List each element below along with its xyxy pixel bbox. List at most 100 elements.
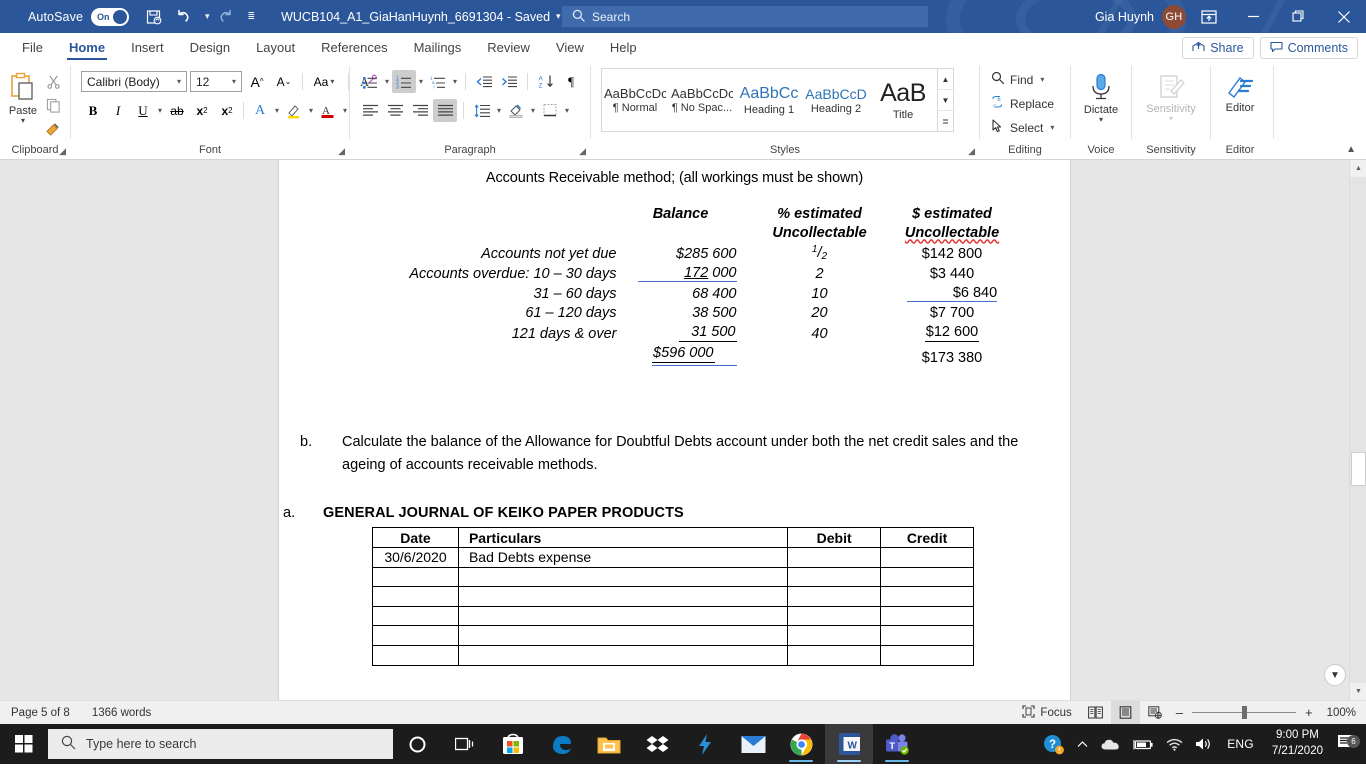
web-layout-icon[interactable]	[1140, 701, 1170, 725]
shading-icon[interactable]	[504, 99, 528, 122]
taskbar-search-box[interactable]: Type here to search	[48, 729, 393, 759]
chrome-icon[interactable]	[777, 724, 825, 764]
copy-icon[interactable]	[41, 94, 65, 117]
general-journal-table[interactable]: Date Particulars Debit Credit 30/6/2020 …	[372, 527, 974, 666]
font-size-combo[interactable]: 12 ▾	[190, 71, 242, 92]
wifi-icon[interactable]	[1160, 738, 1189, 751]
start-button[interactable]	[0, 724, 48, 764]
text-effects-dropdown-icon[interactable]: ▾	[273, 106, 281, 115]
style-heading-2[interactable]: AaBbCcD Heading 2	[803, 69, 870, 131]
battery-icon[interactable]	[1126, 738, 1160, 751]
align-left-icon[interactable]	[358, 99, 382, 122]
account-name[interactable]: Gia Huynh	[1095, 10, 1154, 24]
cell-date[interactable]	[372, 566, 459, 588]
format-painter-icon[interactable]	[41, 118, 65, 141]
cell-date[interactable]: 30/6/2020	[372, 546, 459, 568]
cell-particulars[interactable]	[457, 644, 789, 666]
strikethrough-icon[interactable]: ab	[165, 99, 189, 122]
style-title[interactable]: AaB Title	[870, 69, 937, 131]
autosave-toggle[interactable]: On	[91, 7, 130, 26]
decrease-indent-icon[interactable]	[472, 70, 496, 93]
align-right-icon[interactable]	[408, 99, 432, 122]
cell-date[interactable]	[372, 644, 459, 666]
undo-icon[interactable]	[170, 5, 196, 29]
sort-icon[interactable]: AZ	[534, 70, 558, 93]
font-color-dropdown-icon[interactable]: ▾	[341, 106, 349, 115]
save-icon[interactable]	[141, 5, 167, 29]
word-count[interactable]: 1366 words	[92, 707, 151, 719]
undo-dropdown-icon[interactable]: ▾	[205, 11, 210, 22]
bullets-dropdown-icon[interactable]: ▾	[383, 77, 391, 86]
sensitivity-button[interactable]: Sensitivity ▾	[1137, 69, 1205, 123]
editor-button[interactable]: Editor	[1216, 69, 1264, 114]
read-mode-icon[interactable]	[1080, 701, 1111, 725]
edge-icon[interactable]	[537, 724, 585, 764]
scroll-down-icon[interactable]: ▼	[1350, 683, 1366, 700]
tab-layout[interactable]: Layout	[244, 37, 307, 61]
scrollbar-track[interactable]	[1350, 177, 1366, 683]
borders-dropdown-icon[interactable]: ▾	[563, 106, 571, 115]
style-normal[interactable]: AaBbCcDc ¶ Normal	[602, 69, 669, 131]
word-icon[interactable]: W	[825, 724, 873, 764]
tab-file[interactable]: File	[10, 37, 55, 61]
cell-particulars[interactable]	[457, 625, 789, 646]
bullets-icon[interactable]	[358, 70, 382, 93]
cell-credit[interactable]	[880, 566, 974, 588]
teams-icon[interactable]: T	[873, 724, 921, 764]
borders-icon[interactable]	[538, 99, 562, 122]
numbering-icon[interactable]: 123	[392, 70, 417, 93]
paste-dropdown-icon[interactable]: ▾	[21, 117, 25, 125]
focus-button[interactable]: Focus	[1014, 701, 1079, 725]
collapse-ribbon-icon[interactable]: ▲	[1346, 144, 1356, 155]
zoom-out-button[interactable]: –	[1176, 705, 1183, 720]
taskbar-search-input[interactable]: Type here to search	[86, 737, 196, 751]
onedrive-icon[interactable]	[1095, 738, 1126, 751]
tab-review[interactable]: Review	[475, 37, 542, 61]
zoom-track[interactable]	[1191, 706, 1296, 719]
show-hidden-icons-icon[interactable]	[1070, 738, 1095, 751]
multilevel-list-icon[interactable]: 1ai	[426, 70, 450, 93]
superscript-icon[interactable]: x2	[215, 99, 239, 122]
font-dialog-launcher-icon[interactable]: ◢	[338, 146, 345, 157]
tab-references[interactable]: References	[309, 37, 399, 61]
change-case-icon[interactable]: Aa ▾	[309, 70, 341, 93]
cell-credit[interactable]	[880, 644, 974, 666]
document-page[interactable]: Accounts Receivable method; (all working…	[279, 160, 1070, 700]
clipboard-dialog-launcher-icon[interactable]: ◢	[59, 146, 66, 157]
styles-more-icon[interactable]: ≣	[938, 111, 953, 131]
justify-icon[interactable]	[433, 99, 457, 122]
cell-credit[interactable]	[880, 546, 974, 568]
replace-button[interactable]: bc Replace	[988, 92, 1057, 115]
file-explorer-icon[interactable]	[585, 724, 633, 764]
close-icon[interactable]	[1321, 0, 1366, 33]
cell-credit[interactable]	[880, 625, 974, 646]
document-title-dropdown-icon[interactable]: ▾	[556, 11, 561, 22]
zoom-thumb[interactable]	[1241, 706, 1247, 719]
zoom-in-button[interactable]: +	[1305, 705, 1313, 720]
cell-particulars[interactable]	[457, 586, 789, 607]
paste-button[interactable]: Paste ▾	[5, 68, 41, 125]
ribbon-display-options-icon[interactable]	[1186, 0, 1231, 33]
share-button[interactable]: Share	[1182, 37, 1254, 59]
cell-debit[interactable]	[787, 625, 882, 646]
numbering-dropdown-icon[interactable]: ▾	[417, 77, 425, 86]
cell-debit[interactable]	[787, 566, 882, 588]
font-color-icon[interactable]: A	[316, 99, 340, 122]
style-no-spacing[interactable]: AaBbCcDc ¶ No Spac...	[669, 69, 736, 131]
cell-date[interactable]	[372, 625, 459, 646]
notifications-icon[interactable]: 6	[1333, 733, 1366, 755]
styles-dialog-launcher-icon[interactable]: ◢	[968, 146, 975, 157]
clock[interactable]: 9:00 PM 7/21/2020	[1262, 728, 1333, 759]
vertical-scrollbar[interactable]: ▲ ▼	[1349, 160, 1366, 700]
styles-scroll-up-icon[interactable]: ▲	[938, 69, 953, 90]
text-highlight-icon[interactable]	[282, 99, 306, 122]
comments-button[interactable]: Comments	[1259, 37, 1358, 59]
subscript-icon[interactable]: x2	[190, 99, 214, 122]
find-dropdown-icon[interactable]: ▾	[1038, 75, 1046, 84]
task-view-icon[interactable]	[441, 724, 489, 764]
next-page-button[interactable]: ▼	[1324, 664, 1346, 686]
find-button[interactable]: Find ▾	[988, 68, 1049, 91]
cell-particulars[interactable]: Bad Debts expense	[457, 546, 789, 568]
cortana-icon[interactable]	[393, 724, 441, 764]
cell-debit[interactable]	[787, 546, 882, 568]
